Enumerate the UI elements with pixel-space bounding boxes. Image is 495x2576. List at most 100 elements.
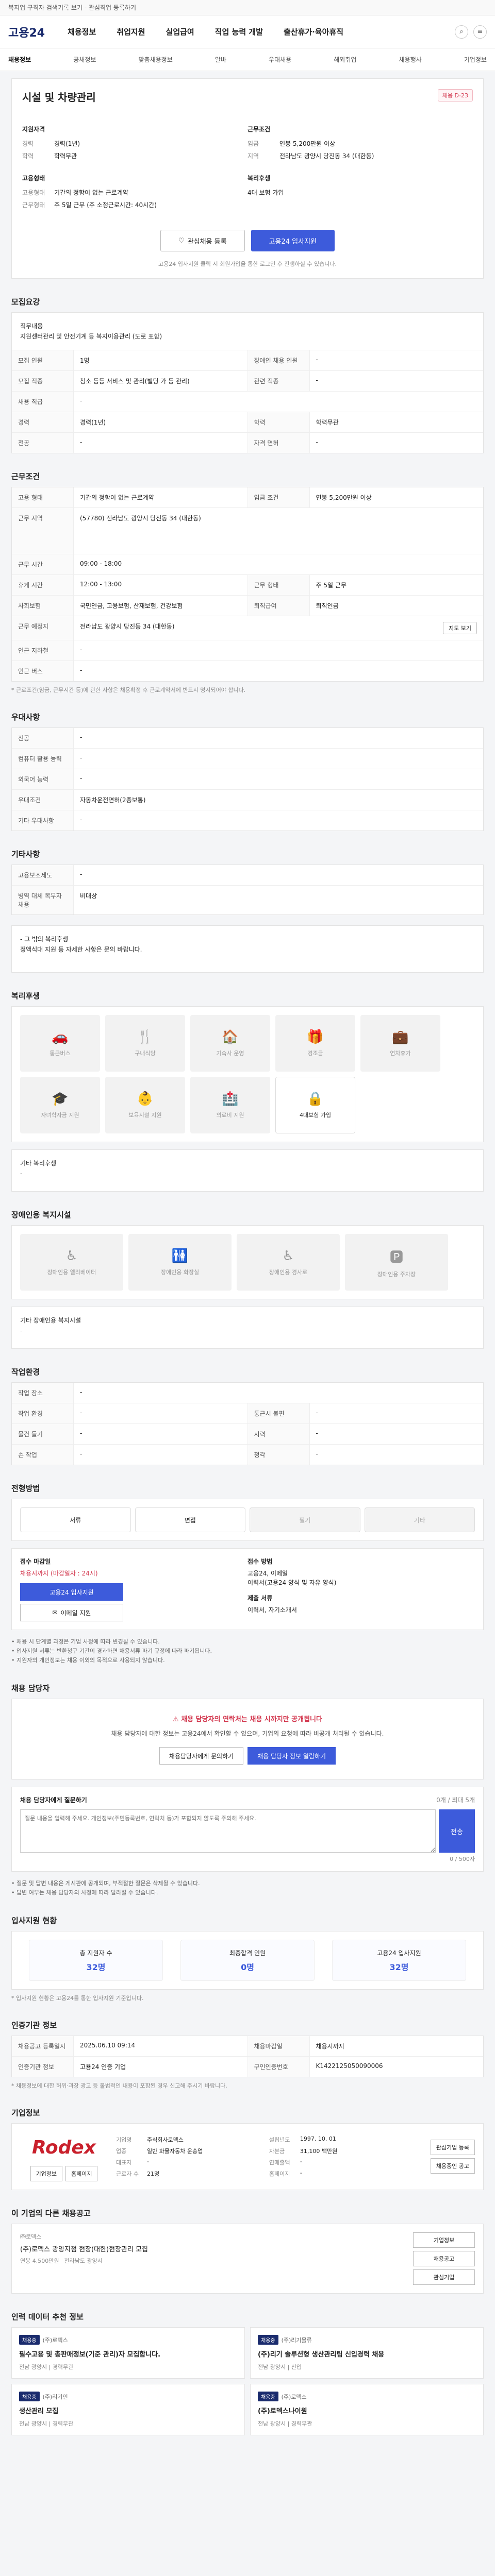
welfare-item: 💼 연차휴가 (360, 1015, 440, 1072)
contact-bullets: • 질문 및 답변 내용은 게시판에 공개되며, 부적절한 질문은 삭제될 수 … (11, 1879, 484, 1897)
map-button[interactable]: 지도 보기 (443, 622, 477, 634)
field-value: 연봉 5,200만원 이상 (316, 494, 372, 501)
contact-section: ⚠ 채용 담당자의 연락처는 채용 시까지만 공개됩니다 채용 담당자에 대한 … (11, 1699, 484, 1780)
stat-label: 최종합격 인원 (229, 1949, 266, 1957)
field-key: 외국어 능력 (12, 769, 74, 789)
menu-item[interactable]: 채용정보 (68, 26, 96, 37)
field-key: 인근 지하철 (12, 640, 74, 660)
ramp-icon: ♿ (282, 1248, 294, 1264)
other-btn[interactable]: 기업정보 (413, 2232, 475, 2248)
menu-icon[interactable]: ≡ (473, 25, 487, 39)
deadline-badge: 채용 D-23 (437, 89, 473, 101)
field-value: K1422125050090006 (316, 2062, 383, 2070)
email-label: 이메일 지원 (60, 1609, 91, 1617)
other-job-title[interactable]: (주)로덱스 광양지점 현장(대한)현장관리 모집 (20, 2244, 405, 2253)
job-summary-card: 시설 및 차량관리 채용 D-23 지원자격 경력 경력(1년) 학력 학력무관 고… (11, 78, 484, 279)
disabled-label: 장애인용 화장실 (160, 1269, 200, 1276)
menu-item[interactable]: 실업급여 (166, 26, 194, 37)
subnav-item[interactable]: 기업정보 (464, 55, 487, 64)
recommend-card[interactable]: 채용중 (주)로덱스 필수고용 및 총판매정보(기준 관리)자 모집합니다. 전남 광… (11, 2327, 245, 2379)
subnav-item[interactable]: 채용정보 (8, 55, 31, 64)
field-value: 09:00 - 18:00 (80, 560, 122, 567)
field-key: 임금 조건 (248, 487, 310, 507)
ask-button[interactable]: 채용담당자에게 문의하기 (159, 1747, 244, 1765)
card-title[interactable]: (주)리기 솔루션형 생산관리팀 신입경력 채용 (258, 2349, 476, 2359)
card-title[interactable]: 필수고용 및 총판매정보(기준 관리)자 모집합니다. (19, 2349, 237, 2359)
corp-value: - (147, 2158, 149, 2165)
info-section: 채용공고 등록일시 2025.06.10 09:14 채용마감일 채용시까지 인증기관… (11, 2036, 484, 2077)
top-banner[interactable]: 복지업 구직자 검색기록 보기 - 관심직업 등록하기 (0, 0, 495, 15)
card-title[interactable]: (주)로덱스나이원 (258, 2405, 476, 2415)
welfare-heading: 복리후생 (248, 175, 271, 182)
cond-heading: 근무조건 (248, 126, 271, 133)
question-meta: 0개 / 최대 5개 (436, 1797, 475, 1804)
field-key: 채용마감일 (248, 2036, 310, 2056)
send-button[interactable]: 전송 (439, 1809, 475, 1853)
card-header: 채용중 (주)리기물류 (258, 2335, 476, 2345)
apply-button[interactable]: 고용24 입사지원 (251, 230, 335, 251)
question-input[interactable] (20, 1809, 436, 1853)
view-contact-button[interactable]: 채용 담당자 정보 열람하기 (248, 1747, 336, 1765)
scrap-button[interactable]: ♡ 관심채용 등록 (160, 230, 245, 251)
menu-item[interactable]: 취업지원 (117, 26, 145, 37)
heart-icon: ♡ (178, 236, 185, 245)
section-title-env: 작업환경 (11, 1367, 40, 1377)
follow-company-button[interactable]: 관심기업 등록 (430, 2140, 475, 2155)
welfare-item: 🎓 자녀학자금 지원 (20, 1077, 100, 1133)
section-title-other: 기타사항 (11, 850, 40, 859)
email-apply-button[interactable]: ✉ 이메일 지원 (20, 1604, 123, 1621)
other-btn[interactable]: 채용공고 (413, 2251, 475, 2266)
ins-icon: 🔒 (307, 1091, 324, 1107)
card-header: 채용중 (주)리기인 (19, 2392, 237, 2401)
field-value: - (316, 1450, 318, 1458)
step-etc: 기타 (364, 1507, 475, 1532)
medical-icon: 🏥 (222, 1091, 239, 1107)
subnav-item[interactable]: 공채정보 (73, 55, 96, 64)
field-value: - (316, 377, 318, 384)
menu-item[interactable]: 출산휴가·육아휴직 (284, 26, 343, 37)
field-key: 고용 형태 (12, 487, 74, 507)
recommend-card[interactable]: 채용중 (주)리기물류 (주)리기 솔루션형 생산관리팀 신입경력 채용 전남 광양시… (250, 2327, 484, 2379)
corp-info-pill[interactable]: 기업정보 (30, 2166, 62, 2181)
field-key: 손 작업 (12, 1445, 74, 1465)
disabled-label: 장애인용 주차장 (377, 1270, 416, 1278)
disabled-item: ♿ 장애인용 경사로 (237, 1234, 340, 1291)
apply-info: 접수 마감일 채용시까지 (마감일자 : 24시) 고용24 입사지원 ✉ 이메일… (11, 1548, 484, 1630)
home-icon: 🏠 (222, 1029, 239, 1045)
proc-section: 서류 면접 필기 기타 (11, 1499, 484, 1541)
search-icon[interactable]: ⌕ (455, 25, 468, 39)
card-meta: 전남 광양시 | 경력무관 (19, 2420, 74, 2427)
subnav-item[interactable]: 알바 (215, 55, 226, 64)
cond-value: 연봉 5,200만원 이상 (279, 140, 336, 147)
site-logo[interactable]: 고용24 (8, 24, 45, 40)
recommend-card[interactable]: 채용중 (주)로덱스 (주)로덱스나이원 전남 광양시 | 경력무관 (250, 2384, 484, 2435)
homepage-pill[interactable]: 홈페이지 (65, 2166, 98, 2181)
card-title[interactable]: 생산관리 모집 (19, 2405, 237, 2415)
other-btn[interactable]: 관심기업 (413, 2269, 475, 2285)
welfare-section: 🚗 통근버스 🍴 구내식당 🏠 기숙사 운영 🎁 경조금 💼 연차휴가 🎓 자녀학자금 지원 👶 보육시설… (11, 1006, 484, 1142)
top-navigation: 고용24 채용정보 취업지원 실업급여 직업 능력 개발 출산휴가·육아휴직 ⌕… (0, 15, 495, 48)
welfare-label: 자녀학자금 지원 (41, 1112, 79, 1118)
field-key: 기타 복리후생 (20, 1160, 57, 1167)
field-key: 청각 (248, 1445, 310, 1465)
recommend-card[interactable]: 채용중 (주)리기인생산관리 모집전남 광양시 | 경력무관 (11, 2384, 245, 2435)
method-value: 고용24, 이메일 (248, 1570, 288, 1577)
field-value: - (316, 1409, 318, 1416)
emp-value: 기간의 정함이 없는 근로계약 (54, 189, 128, 196)
subnav-item[interactable]: 맞춤채용정보 (139, 55, 173, 64)
card-meta: 전남 광양시 | 경력무관 (19, 2364, 74, 2370)
company-jobs-button[interactable]: 채용중인 공고 (430, 2158, 475, 2174)
subnav-item[interactable]: 우대채용 (269, 55, 291, 64)
field-value: - (80, 754, 82, 761)
emp-key: 고용형태 (22, 189, 45, 196)
qual-key: 학력 (22, 152, 34, 160)
field-key: 병역 대체 복무자 채용 (12, 886, 74, 914)
section-title-pref: 우대사항 (11, 713, 40, 722)
disabled-grid: ♿ 장애인용 엘리베이터 🚻 장애인용 화장실 ♿ 장애인용 경사로 🅿 장애인용 주차장 (12, 1226, 483, 1299)
field-key: 인증기관 정보 (12, 2057, 74, 2077)
apply-button-2[interactable]: 고용24 입사지원 (20, 1583, 123, 1601)
subnav-item[interactable]: 채용행사 (399, 55, 422, 64)
corp-key: 홈페이지 (269, 2171, 290, 2177)
menu-item[interactable]: 직업 능력 개발 (215, 26, 263, 37)
subnav-item[interactable]: 해외취업 (334, 55, 356, 64)
